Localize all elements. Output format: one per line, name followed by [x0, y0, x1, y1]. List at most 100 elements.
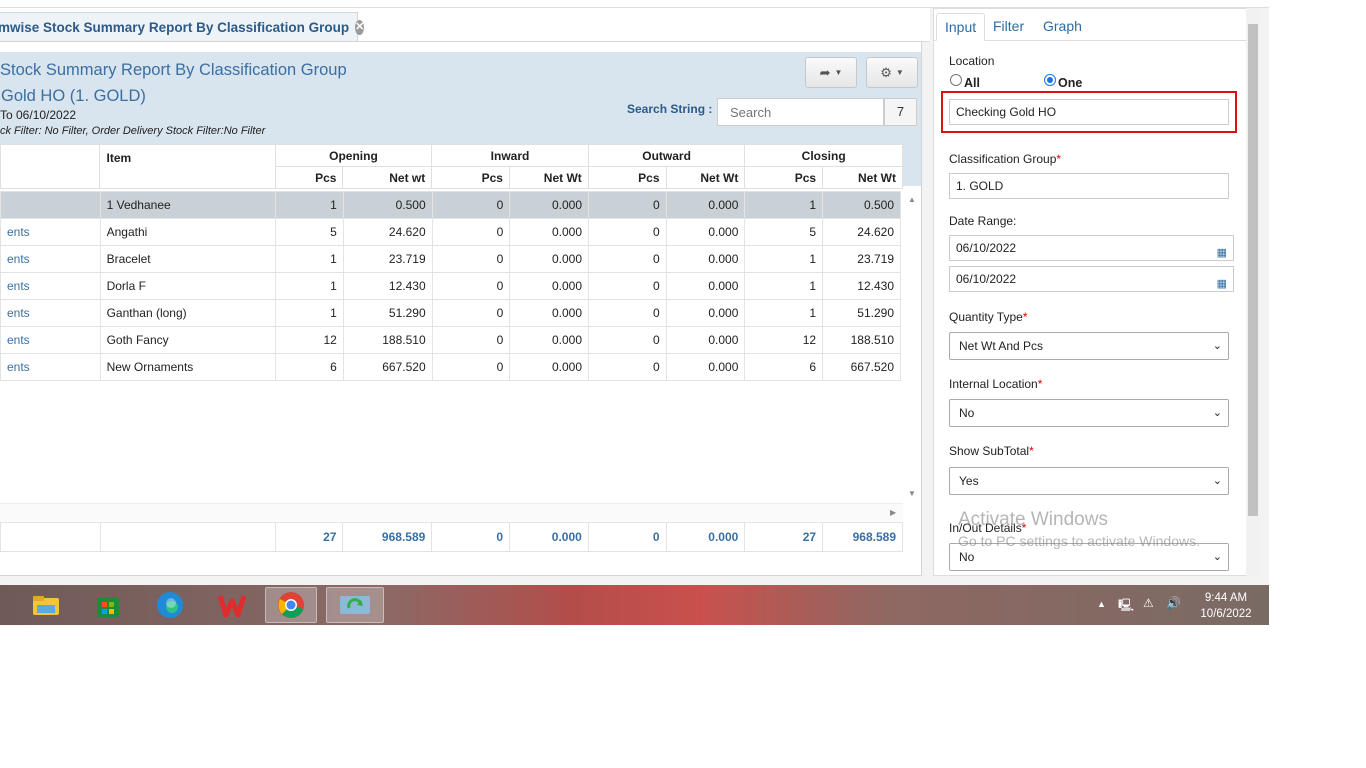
network-icon[interactable]: 🖳 [1118, 596, 1134, 617]
group-cell[interactable] [0, 191, 101, 219]
chevron-down-icon: ⌄ [1212, 475, 1222, 487]
radio-all[interactable]: All [950, 74, 980, 90]
table-row[interactable]: ents Bracelet 1 23.719 0 0.000 0 0.000 1 23.719 [0, 245, 901, 273]
edge-icon[interactable] [152, 589, 188, 621]
clock-time: 9:44 AM [1204, 592, 1248, 604]
value-cell: 1 [744, 272, 824, 300]
group-cell[interactable]: ents [0, 272, 101, 300]
scroll-right-icon[interactable]: ▶ [890, 508, 896, 517]
table-row[interactable]: ents Ganthan (long) 1 51.290 0 0.000 0 0.000 1 51… [0, 299, 901, 327]
date-to-field[interactable]: 06/10/2022 ▦ [949, 266, 1234, 292]
chevron-up-icon[interactable]: ▲ [1097, 599, 1106, 609]
table-row[interactable]: ents Dorla F 1 12.430 0 0.000 0 0.000 1 12.430 [0, 272, 901, 300]
location-field[interactable]: Checking Gold HO [949, 99, 1229, 125]
group-cell[interactable]: ents [0, 353, 101, 381]
search-input[interactable] [717, 98, 884, 126]
battery-warning-icon[interactable]: ⚠ [1143, 596, 1154, 610]
internal-location-select[interactable]: No ⌄ [949, 399, 1229, 427]
value-cell: 51.290 [822, 299, 901, 327]
value-cell: 0.000 [509, 191, 590, 219]
col-header-netwt: Net Wt [665, 166, 746, 189]
group-cell[interactable]: ents [0, 218, 101, 246]
chrome-icon[interactable] [265, 587, 317, 623]
table-row[interactable]: ents New Ornaments 6 667.520 0 0.000 0 0.000 6 66… [0, 353, 901, 381]
search-label: Search String : [627, 102, 713, 116]
table-row[interactable]: 1 Vedhanee 1 0.500 0 0.000 0 0.000 1 0.500 [0, 191, 901, 219]
total-inward-pcs: 0 [431, 522, 510, 552]
table-vertical-scrollbar[interactable]: ▲ ▼ [903, 191, 921, 503]
panel-scrollbar[interactable] [1246, 8, 1260, 576]
quantity-type-select[interactable]: Net Wt And Pcs ⌄ [949, 332, 1229, 360]
system-clock[interactable]: 9:44 AM 10/6/2022 [1196, 590, 1256, 622]
table-row[interactable]: ents Angathi 5 24.620 0 0.000 0 0.000 5 24.620 [0, 218, 901, 246]
chevron-down-icon: ⌄ [1212, 407, 1222, 419]
share-button[interactable]: ➦ ▼ [805, 57, 857, 88]
show-subtotal-select[interactable]: Yes ⌄ [949, 467, 1229, 495]
report-subtitle: Gold HO (1. GOLD) [1, 87, 146, 105]
date-from-field[interactable]: 06/10/2022 ▦ [949, 235, 1234, 261]
scroll-up-icon[interactable]: ▲ [908, 195, 916, 204]
radio-circle [950, 74, 962, 86]
value-cell: 667.520 [822, 353, 901, 381]
table-row[interactable]: ents Goth Fancy 12 188.510 0 0.000 0 0.000 12 188… [0, 326, 901, 354]
group-cell[interactable]: ents [0, 326, 101, 354]
wps-office-icon[interactable] [214, 589, 250, 621]
group-cell[interactable]: ents [0, 245, 101, 273]
col-header-outward: Outward [587, 144, 746, 167]
close-icon[interactable]: ✕ [355, 20, 365, 35]
value-cell: 188.510 [342, 326, 433, 354]
radio-one-label: One [1058, 76, 1083, 90]
value-cell: 0.000 [665, 353, 746, 381]
classification-group-label: Classification Group* [949, 152, 1062, 166]
value-cell: 0 [588, 272, 667, 300]
date-to-value: 06/10/2022 [956, 272, 1017, 286]
calendar-icon[interactable]: ▦ [1217, 272, 1227, 296]
col-header-pcs: Pcs [431, 166, 510, 189]
parameter-panel: Input Filter Graph Location All One Chec… [933, 8, 1260, 576]
item-cell: Ganthan (long) [99, 299, 277, 327]
group-cell[interactable]: ents [0, 299, 101, 327]
settings-button[interactable]: ⚙ ▼ [866, 57, 918, 88]
store-icon[interactable] [90, 589, 126, 621]
table-header: Item Opening Inward Outward Closing Pcs … [0, 144, 903, 189]
tab-graph[interactable]: Graph [1035, 13, 1090, 41]
value-cell: 0.000 [509, 245, 590, 273]
classification-group-field[interactable]: 1. GOLD [949, 173, 1229, 199]
internal-location-value: No [959, 406, 975, 420]
gear-icon: ⚙ [880, 64, 892, 80]
value-cell: 0.000 [665, 218, 746, 246]
table-totals: 27 968.589 0 0.000 0 0.000 27 968.589 [0, 522, 903, 552]
value-cell: 12 [275, 326, 344, 354]
total-opening-pcs: 27 [274, 522, 344, 552]
value-cell: 0 [431, 272, 511, 300]
item-cell: Angathi [99, 218, 277, 246]
value-cell: 0 [431, 299, 511, 327]
sync-app-icon[interactable] [326, 587, 384, 623]
report-date-range: To 06/10/2022 [0, 108, 77, 122]
col-header-group [0, 144, 101, 189]
file-explorer-icon[interactable] [28, 589, 64, 621]
calendar-icon[interactable]: ▦ [1217, 241, 1227, 265]
tab-filter[interactable]: Filter [985, 13, 1032, 41]
item-cell: New Ornaments [99, 353, 277, 381]
tab-input[interactable]: Input [936, 13, 986, 41]
col-header-netwt: Net Wt [822, 166, 903, 189]
value-cell: 0.000 [665, 245, 746, 273]
volume-icon[interactable]: 🔊 [1166, 596, 1181, 610]
total-opening-wt: 968.589 [342, 522, 433, 552]
caret-down-icon: ▼ [834, 68, 843, 77]
item-cell: Bracelet [99, 245, 277, 273]
total-cell [0, 522, 101, 552]
activation-watermark-title: Activate Windows [958, 509, 1108, 530]
chevron-down-icon: ⌄ [1212, 340, 1222, 352]
radio-one[interactable]: One [1044, 74, 1083, 90]
report-tab[interactable]: mwise Stock Summary Report By Classifica… [0, 12, 365, 42]
show-subtotal-value: Yes [959, 474, 979, 488]
value-cell: 0.000 [665, 191, 746, 219]
panel-scrollbar-thumb[interactable] [1248, 24, 1258, 516]
document-tab-bar: mwise Stock Summary Report By Classifica… [0, 8, 930, 42]
table-horizontal-scrollbar[interactable]: ▶ [0, 503, 903, 521]
total-outward-wt: 0.000 [665, 522, 746, 552]
scroll-down-icon[interactable]: ▼ [908, 489, 916, 498]
col-header-item: Item [99, 144, 276, 189]
